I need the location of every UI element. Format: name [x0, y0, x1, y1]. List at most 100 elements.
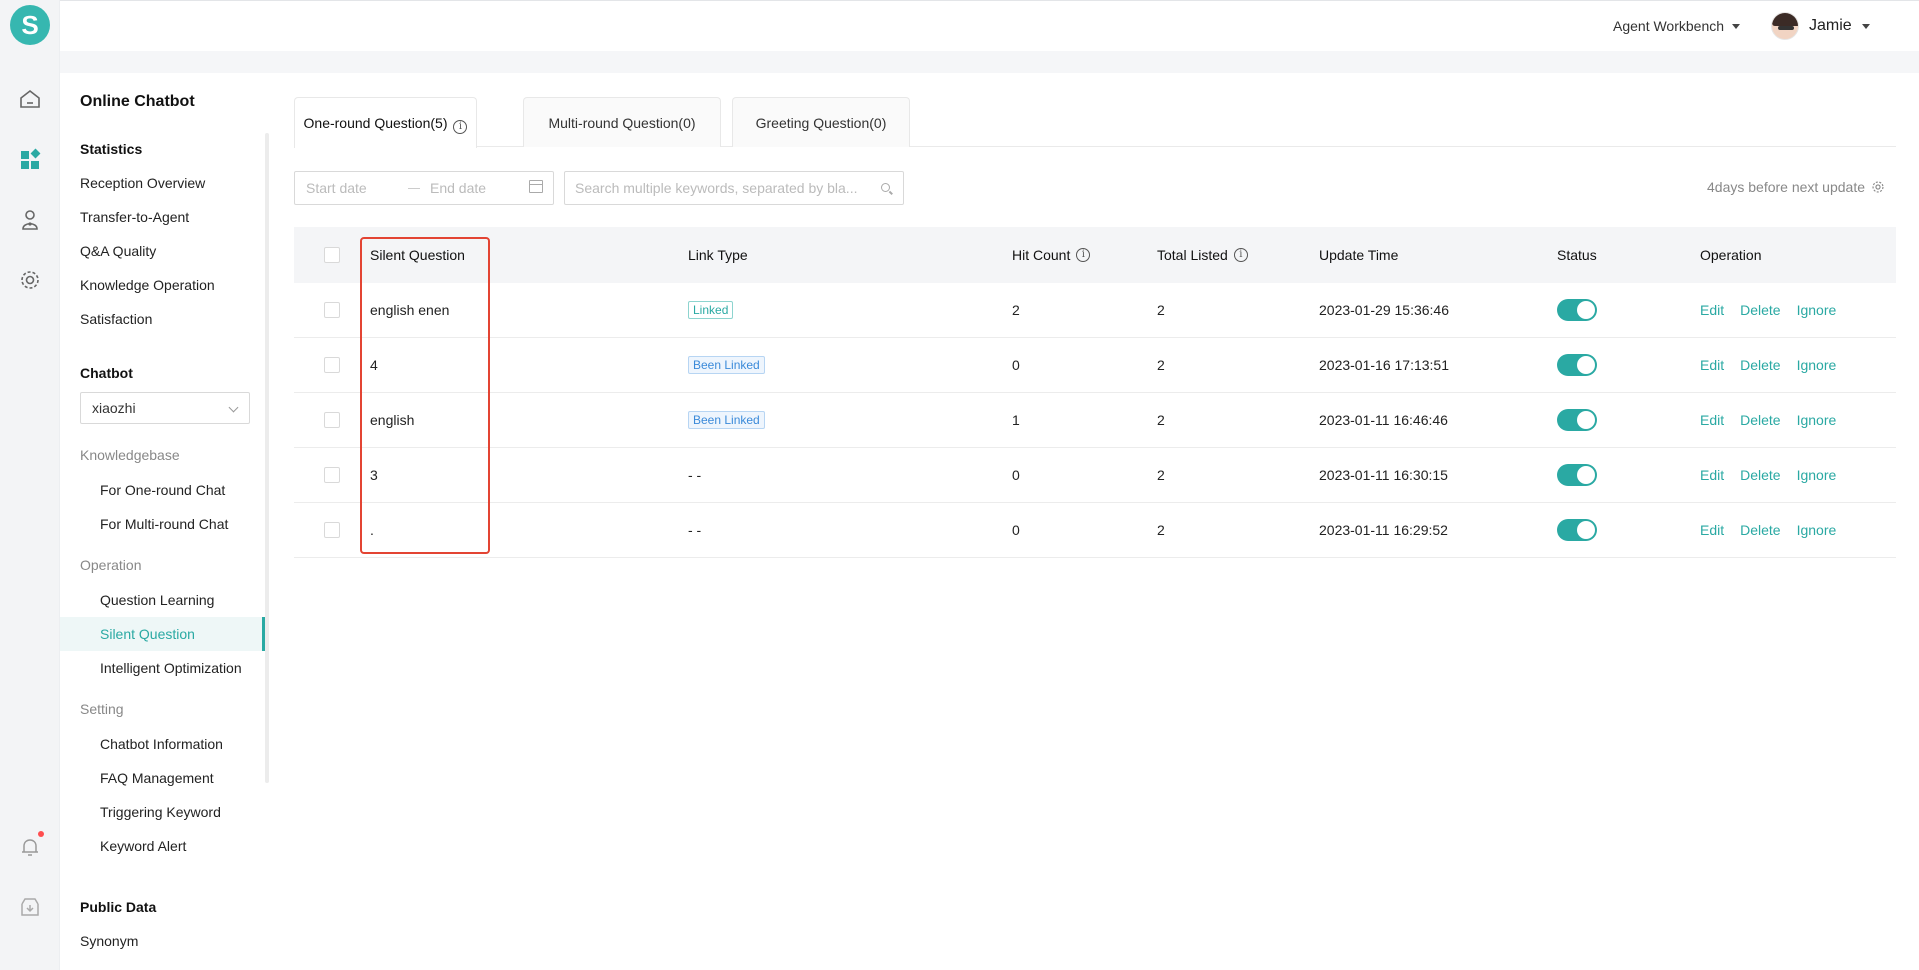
update-time: 2023-01-11 16:30:15: [1319, 467, 1448, 483]
link-type-badge: Been Linked: [688, 393, 765, 447]
update-time: 2023-01-11 16:29:52: [1319, 522, 1448, 538]
icon-rail: S: [0, 0, 60, 970]
tab-one-round-label: One-round Question(5): [303, 115, 448, 131]
tab-greeting-question[interactable]: Greeting Question(0): [732, 97, 910, 147]
table-header: Silent Question Link Type Hit Count i Tot…: [294, 227, 1896, 283]
avatar: [1771, 12, 1799, 40]
operation-links: Edit Delete Ignore: [1700, 393, 1852, 447]
edit-link[interactable]: Edit: [1700, 357, 1724, 373]
col-status: Status: [1557, 247, 1597, 263]
col-hit-count: Hit Count i: [1012, 227, 1091, 283]
app-logo[interactable]: S: [10, 5, 50, 45]
row-checkbox[interactable]: [324, 393, 340, 447]
dashboard-icon[interactable]: [18, 148, 42, 172]
info-icon[interactable]: i: [453, 120, 468, 134]
status-toggle[interactable]: [1557, 503, 1597, 557]
sidebar-item-silent-question[interactable]: Silent Question: [60, 617, 265, 651]
setting-heading: Setting: [80, 701, 124, 717]
caret-down-icon: [1861, 23, 1870, 29]
row-checkbox[interactable]: [324, 503, 340, 557]
chatbot-heading: Chatbot: [80, 365, 133, 381]
silent-question-text: 4: [370, 357, 378, 373]
chatbot-select[interactable]: xiaozhi: [80, 392, 250, 424]
start-date-placeholder[interactable]: Start date: [306, 180, 367, 196]
sidebar-item-for-multi-round-chat[interactable]: For Multi-round Chat: [60, 507, 265, 541]
hit-count: 0: [1012, 522, 1020, 538]
edit-link[interactable]: Edit: [1700, 302, 1724, 318]
agent-icon[interactable]: [18, 208, 42, 232]
delete-link[interactable]: Delete: [1740, 302, 1780, 318]
operation-links: Edit Delete Ignore: [1700, 503, 1852, 557]
total-listed: 2: [1157, 467, 1165, 483]
delete-link[interactable]: Delete: [1740, 412, 1780, 428]
user-menu[interactable]: Jamie: [1771, 12, 1870, 40]
select-all-checkbox[interactable]: [324, 227, 340, 283]
agent-workbench-label: Agent Workbench: [1613, 18, 1725, 34]
delete-link[interactable]: Delete: [1740, 522, 1780, 538]
delete-link[interactable]: Delete: [1740, 357, 1780, 373]
ignore-link[interactable]: Ignore: [1797, 467, 1837, 483]
sidebar-item-question-learning[interactable]: Question Learning: [60, 583, 265, 617]
operation-links: Edit Delete Ignore: [1700, 283, 1852, 337]
agent-workbench-dropdown[interactable]: Agent Workbench: [1613, 18, 1741, 34]
link-type-text: - -: [688, 467, 702, 483]
silent-question-text: 3: [370, 467, 378, 483]
col-total-listed: Total Listed i: [1157, 227, 1248, 283]
tab-multi-round-question[interactable]: Multi-round Question(0): [523, 97, 721, 147]
sidebar-item-synonym[interactable]: Synonym: [80, 933, 138, 949]
ignore-link[interactable]: Ignore: [1797, 522, 1837, 538]
col-total-listed-label: Total Listed: [1157, 247, 1228, 263]
col-hit-count-label: Hit Count: [1012, 247, 1071, 263]
col-link-type: Link Type: [688, 247, 748, 263]
col-update-time: Update Time: [1319, 247, 1399, 263]
chevron-down-icon: [228, 402, 239, 413]
ignore-link[interactable]: Ignore: [1797, 412, 1837, 428]
settings-gear-icon[interactable]: [18, 268, 42, 292]
update-note: 4days before next update: [1707, 179, 1885, 195]
end-date-placeholder[interactable]: End date: [430, 180, 486, 196]
notification-bell-icon[interactable]: [18, 835, 42, 859]
edit-link[interactable]: Edit: [1700, 467, 1724, 483]
home-icon[interactable]: [18, 87, 42, 111]
knowledgebase-heading: Knowledgebase: [80, 447, 180, 463]
delete-link[interactable]: Delete: [1740, 467, 1780, 483]
sidebar-item-transfer-to-agent[interactable]: Transfer-to-Agent: [80, 209, 189, 225]
gear-icon[interactable]: [1871, 180, 1885, 194]
sidebar-item-qa-quality[interactable]: Q&A Quality: [80, 243, 156, 259]
edit-link[interactable]: Edit: [1700, 412, 1724, 428]
sidebar-item-triggering-keyword[interactable]: Triggering Keyword: [60, 795, 265, 829]
row-checkbox[interactable]: [324, 338, 340, 392]
tab-one-round-question[interactable]: One-round Question(5) i: [294, 97, 477, 148]
search-input[interactable]: [575, 178, 865, 198]
sidebar-item-reception-overview[interactable]: Reception Overview: [80, 175, 205, 191]
sidebar-item-for-one-round-chat[interactable]: For One-round Chat: [60, 473, 265, 507]
sidebar-item-satisfaction[interactable]: Satisfaction: [80, 311, 152, 327]
calendar-icon: [529, 180, 543, 193]
sidebar-item-faq-management[interactable]: FAQ Management: [60, 761, 265, 795]
status-toggle[interactable]: [1557, 448, 1597, 502]
hit-count: 0: [1012, 467, 1020, 483]
hit-count: 2: [1012, 302, 1020, 318]
chatbot-select-value: xiaozhi: [92, 400, 136, 416]
table-row: . - - 0 2 2023-01-11 16:29:52 Edit Delet…: [294, 503, 1896, 558]
been-linked-badge: Been Linked: [688, 356, 765, 374]
ignore-link[interactable]: Ignore: [1797, 302, 1837, 318]
status-toggle[interactable]: [1557, 338, 1597, 392]
row-checkbox[interactable]: [324, 283, 340, 337]
edit-link[interactable]: Edit: [1700, 522, 1724, 538]
row-checkbox[interactable]: [324, 448, 340, 502]
sidebar-item-knowledge-operation[interactable]: Knowledge Operation: [80, 277, 215, 293]
sidebar-item-keyword-alert[interactable]: Keyword Alert: [60, 829, 265, 863]
sidebar-item-chatbot-information[interactable]: Chatbot Information: [60, 727, 265, 761]
search-icon[interactable]: [881, 183, 890, 192]
sidebar-item-intelligent-optimization[interactable]: Intelligent Optimization: [60, 651, 265, 685]
sidebar-scrollbar[interactable]: [265, 133, 269, 783]
date-range-picker[interactable]: Start date End date: [294, 171, 554, 205]
info-icon[interactable]: i: [1076, 248, 1091, 262]
info-icon[interactable]: i: [1233, 248, 1248, 262]
status-toggle[interactable]: [1557, 393, 1597, 447]
status-toggle[interactable]: [1557, 283, 1597, 337]
ignore-link[interactable]: Ignore: [1797, 357, 1837, 373]
keyword-search[interactable]: [564, 171, 904, 205]
download-icon[interactable]: [18, 895, 42, 919]
